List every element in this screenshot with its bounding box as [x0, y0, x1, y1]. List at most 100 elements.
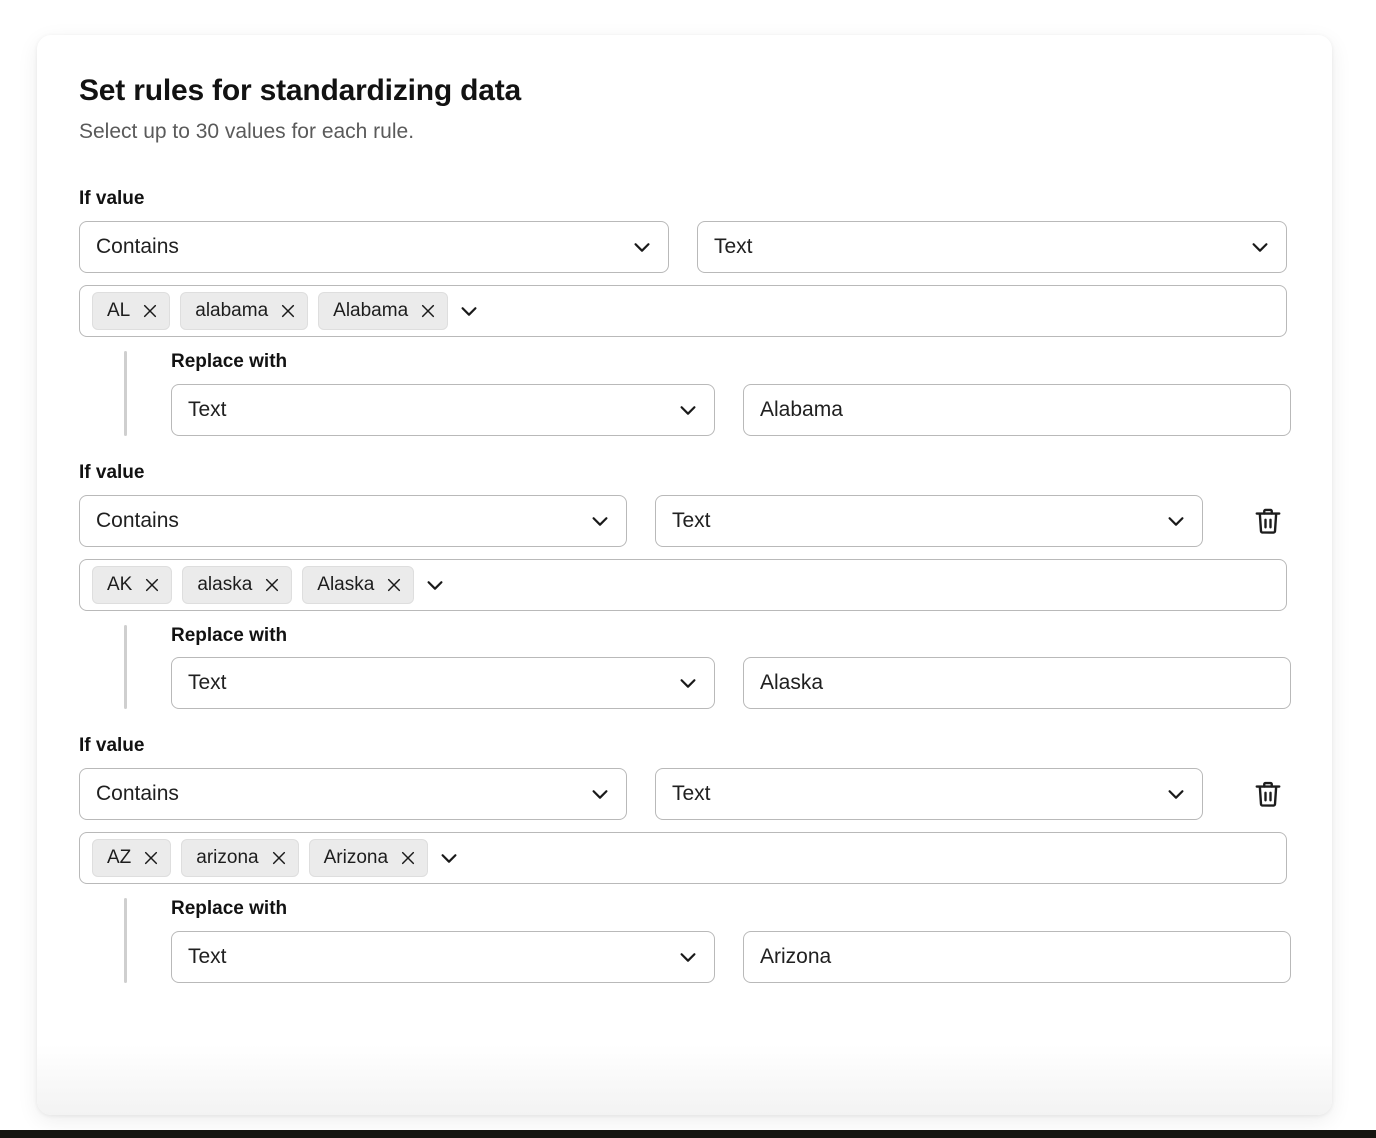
operator-select-value-3: Contains — [96, 782, 179, 806]
rule-block-3: If value Contains Text — [79, 735, 1290, 983]
replace-with-block-3: Replace with Text Arizona — [79, 898, 1290, 983]
replace-with-label-3: Replace with — [171, 898, 1291, 921]
value-type-select-3[interactable]: Text — [655, 768, 1203, 820]
value-chip[interactable]: AZ — [92, 839, 171, 877]
close-icon[interactable] — [420, 303, 436, 319]
operator-select-value-1: Contains — [96, 235, 179, 259]
replace-type-select-2[interactable]: Text — [171, 657, 715, 709]
rule-condition-row-1: Contains Text — [79, 221, 1290, 273]
value-chip[interactable]: arizona — [181, 839, 298, 877]
rule-block-2: If value Contains Text — [79, 462, 1290, 710]
value-chip-label: Alaska — [317, 574, 374, 596]
value-chip-label: Alabama — [333, 300, 408, 322]
value-chip[interactable]: AK — [92, 566, 172, 604]
chevron-down-icon — [1165, 783, 1187, 805]
value-type-select-value-3: Text — [672, 782, 711, 806]
value-chip[interactable]: Arizona — [309, 839, 428, 877]
replace-with-row-1: Text Alabama — [171, 384, 1291, 436]
indent-bar — [124, 351, 127, 436]
value-chip-label: AZ — [107, 847, 131, 869]
operator-select-value-2: Contains — [96, 509, 179, 533]
delete-rule-button-2[interactable] — [1247, 500, 1289, 542]
delete-rule-button-3[interactable] — [1247, 773, 1289, 815]
scroll-fade-overlay — [37, 1045, 1332, 1115]
if-value-label-2: If value — [79, 462, 1290, 485]
close-icon[interactable] — [386, 577, 402, 593]
chevron-down-icon[interactable] — [458, 300, 480, 322]
chevron-down-icon — [589, 510, 611, 532]
chevron-down-icon — [1249, 236, 1271, 258]
value-type-select-2[interactable]: Text — [655, 495, 1203, 547]
replace-type-select-value-3: Text — [188, 945, 227, 969]
replace-with-row-3: Text Arizona — [171, 931, 1291, 983]
operator-select-1[interactable]: Contains — [79, 221, 669, 273]
chevron-down-icon[interactable] — [424, 574, 446, 596]
replace-type-select-value-1: Text — [188, 398, 227, 422]
values-multiselect-3[interactable]: AZ arizona Arizona — [79, 832, 1287, 884]
replace-with-label-1: Replace with — [171, 351, 1291, 374]
if-value-label-1: If value — [79, 188, 1290, 211]
replace-with-body-3: Replace with Text Arizona — [171, 898, 1291, 983]
value-chip[interactable]: Alaska — [302, 566, 414, 604]
chevron-down-icon — [589, 783, 611, 805]
chevron-down-icon — [1165, 510, 1187, 532]
replace-with-body-1: Replace with Text Alabama — [171, 351, 1291, 436]
rules-card: Set rules for standardizing data Select … — [37, 35, 1332, 1115]
rule-condition-row-2: Contains Text — [79, 495, 1290, 547]
close-icon[interactable] — [400, 850, 416, 866]
value-chip-label: alaska — [197, 574, 252, 596]
value-chip[interactable]: alaska — [182, 566, 292, 604]
chevron-down-icon — [677, 672, 699, 694]
indent-bar — [124, 898, 127, 983]
rule-condition-row-3: Contains Text — [79, 768, 1290, 820]
rule-block-1: If value Contains Text — [79, 188, 1290, 436]
replace-type-select-value-2: Text — [188, 671, 227, 695]
value-chip[interactable]: AL — [92, 292, 170, 330]
value-chip[interactable]: Alabama — [318, 292, 448, 330]
replace-type-select-3[interactable]: Text — [171, 931, 715, 983]
close-icon[interactable] — [143, 850, 159, 866]
replace-with-label-2: Replace with — [171, 625, 1291, 648]
close-icon[interactable] — [142, 303, 158, 319]
trash-icon — [1253, 506, 1283, 536]
replace-with-block-2: Replace with Text Alaska — [79, 625, 1290, 710]
indent-bar — [124, 625, 127, 710]
close-icon[interactable] — [271, 850, 287, 866]
rule-spacer — [79, 436, 1290, 462]
values-multiselect-2[interactable]: AK alaska Alaska — [79, 559, 1287, 611]
values-multiselect-1[interactable]: AL alabama Alabama — [79, 285, 1287, 337]
replace-value-input-1[interactable]: Alabama — [743, 384, 1291, 436]
chevron-down-icon — [677, 946, 699, 968]
replace-value-input-3[interactable]: Arizona — [743, 931, 1291, 983]
value-chip-label: arizona — [196, 847, 258, 869]
page-root: Set rules for standardizing data Select … — [0, 0, 1376, 1138]
operator-select-2[interactable]: Contains — [79, 495, 627, 547]
chevron-down-icon[interactable] — [438, 847, 460, 869]
value-type-select-value-1: Text — [714, 235, 753, 259]
value-chip-label: AL — [107, 300, 130, 322]
value-chip-label: AK — [107, 574, 132, 596]
value-chip-label: alabama — [195, 300, 268, 322]
page-title: Set rules for standardizing data — [79, 73, 1290, 109]
replace-with-row-2: Text Alaska — [171, 657, 1291, 709]
chevron-down-icon — [631, 236, 653, 258]
close-icon[interactable] — [264, 577, 280, 593]
close-icon[interactable] — [144, 577, 160, 593]
replace-with-block-1: Replace with Text Alabama — [79, 351, 1290, 436]
if-value-label-3: If value — [79, 735, 1290, 758]
value-chip[interactable]: alabama — [180, 292, 308, 330]
replace-type-select-1[interactable]: Text — [171, 384, 715, 436]
operator-select-3[interactable]: Contains — [79, 768, 627, 820]
value-chip-label: Arizona — [324, 847, 388, 869]
value-type-select-value-2: Text — [672, 509, 711, 533]
rules-card-content: Set rules for standardizing data Select … — [37, 35, 1332, 983]
replace-value-input-2[interactable]: Alaska — [743, 657, 1291, 709]
trash-icon — [1253, 779, 1283, 809]
value-type-select-1[interactable]: Text — [697, 221, 1287, 273]
chevron-down-icon — [677, 399, 699, 421]
page-bottom-strip — [0, 1130, 1376, 1138]
page-subtitle: Select up to 30 values for each rule. — [79, 119, 1290, 144]
close-icon[interactable] — [280, 303, 296, 319]
replace-with-body-2: Replace with Text Alaska — [171, 625, 1291, 710]
rule-spacer — [79, 709, 1290, 735]
